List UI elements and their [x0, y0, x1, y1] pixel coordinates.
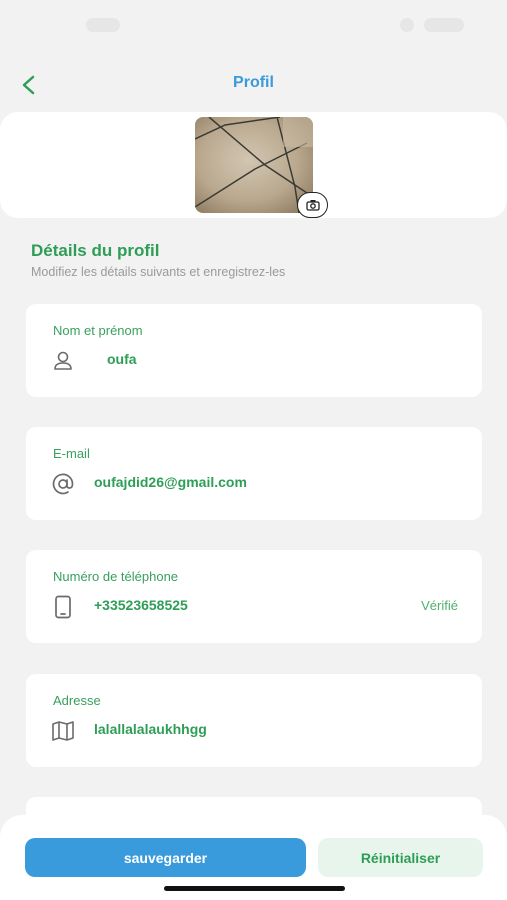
user-icon — [50, 348, 76, 374]
email-field[interactable]: E-mail oufajdid26@gmail.com — [26, 427, 482, 520]
field-value: +33523658525 — [94, 597, 188, 613]
phone-icon — [50, 594, 76, 620]
section-subtitle: Modifiez les détails suivants et enregis… — [31, 265, 286, 279]
section-title: Détails du profil — [31, 241, 160, 260]
field-value: oufajdid26@gmail.com — [94, 474, 247, 490]
phone-field[interactable]: Numéro de téléphone +33523658525 Vérifié — [26, 550, 482, 643]
address-field[interactable]: Adresse lalallalalaukhhgg — [26, 674, 482, 767]
home-indicator — [164, 886, 345, 891]
name-field[interactable]: Nom et prénom oufa — [26, 304, 482, 397]
field-label: Adresse — [53, 693, 101, 708]
field-label: Numéro de téléphone — [53, 569, 179, 584]
field-value: lalallalalaukhhgg — [94, 721, 207, 737]
avatar[interactable] — [195, 117, 313, 213]
verified-status: Vérifié — [421, 598, 458, 613]
camera-icon — [305, 200, 320, 211]
page-title: Profil — [233, 74, 274, 91]
map-icon — [50, 718, 76, 744]
status-bar — [0, 0, 507, 50]
at-icon — [50, 471, 76, 497]
save-button[interactable]: sauvegarder — [25, 838, 306, 877]
field-label: Nom et prénom — [53, 323, 143, 338]
change-photo-button[interactable] — [297, 192, 328, 218]
field-value: oufa — [107, 351, 137, 367]
field-label: E-mail — [53, 446, 90, 461]
reset-button[interactable]: Réinitialiser — [318, 838, 483, 877]
